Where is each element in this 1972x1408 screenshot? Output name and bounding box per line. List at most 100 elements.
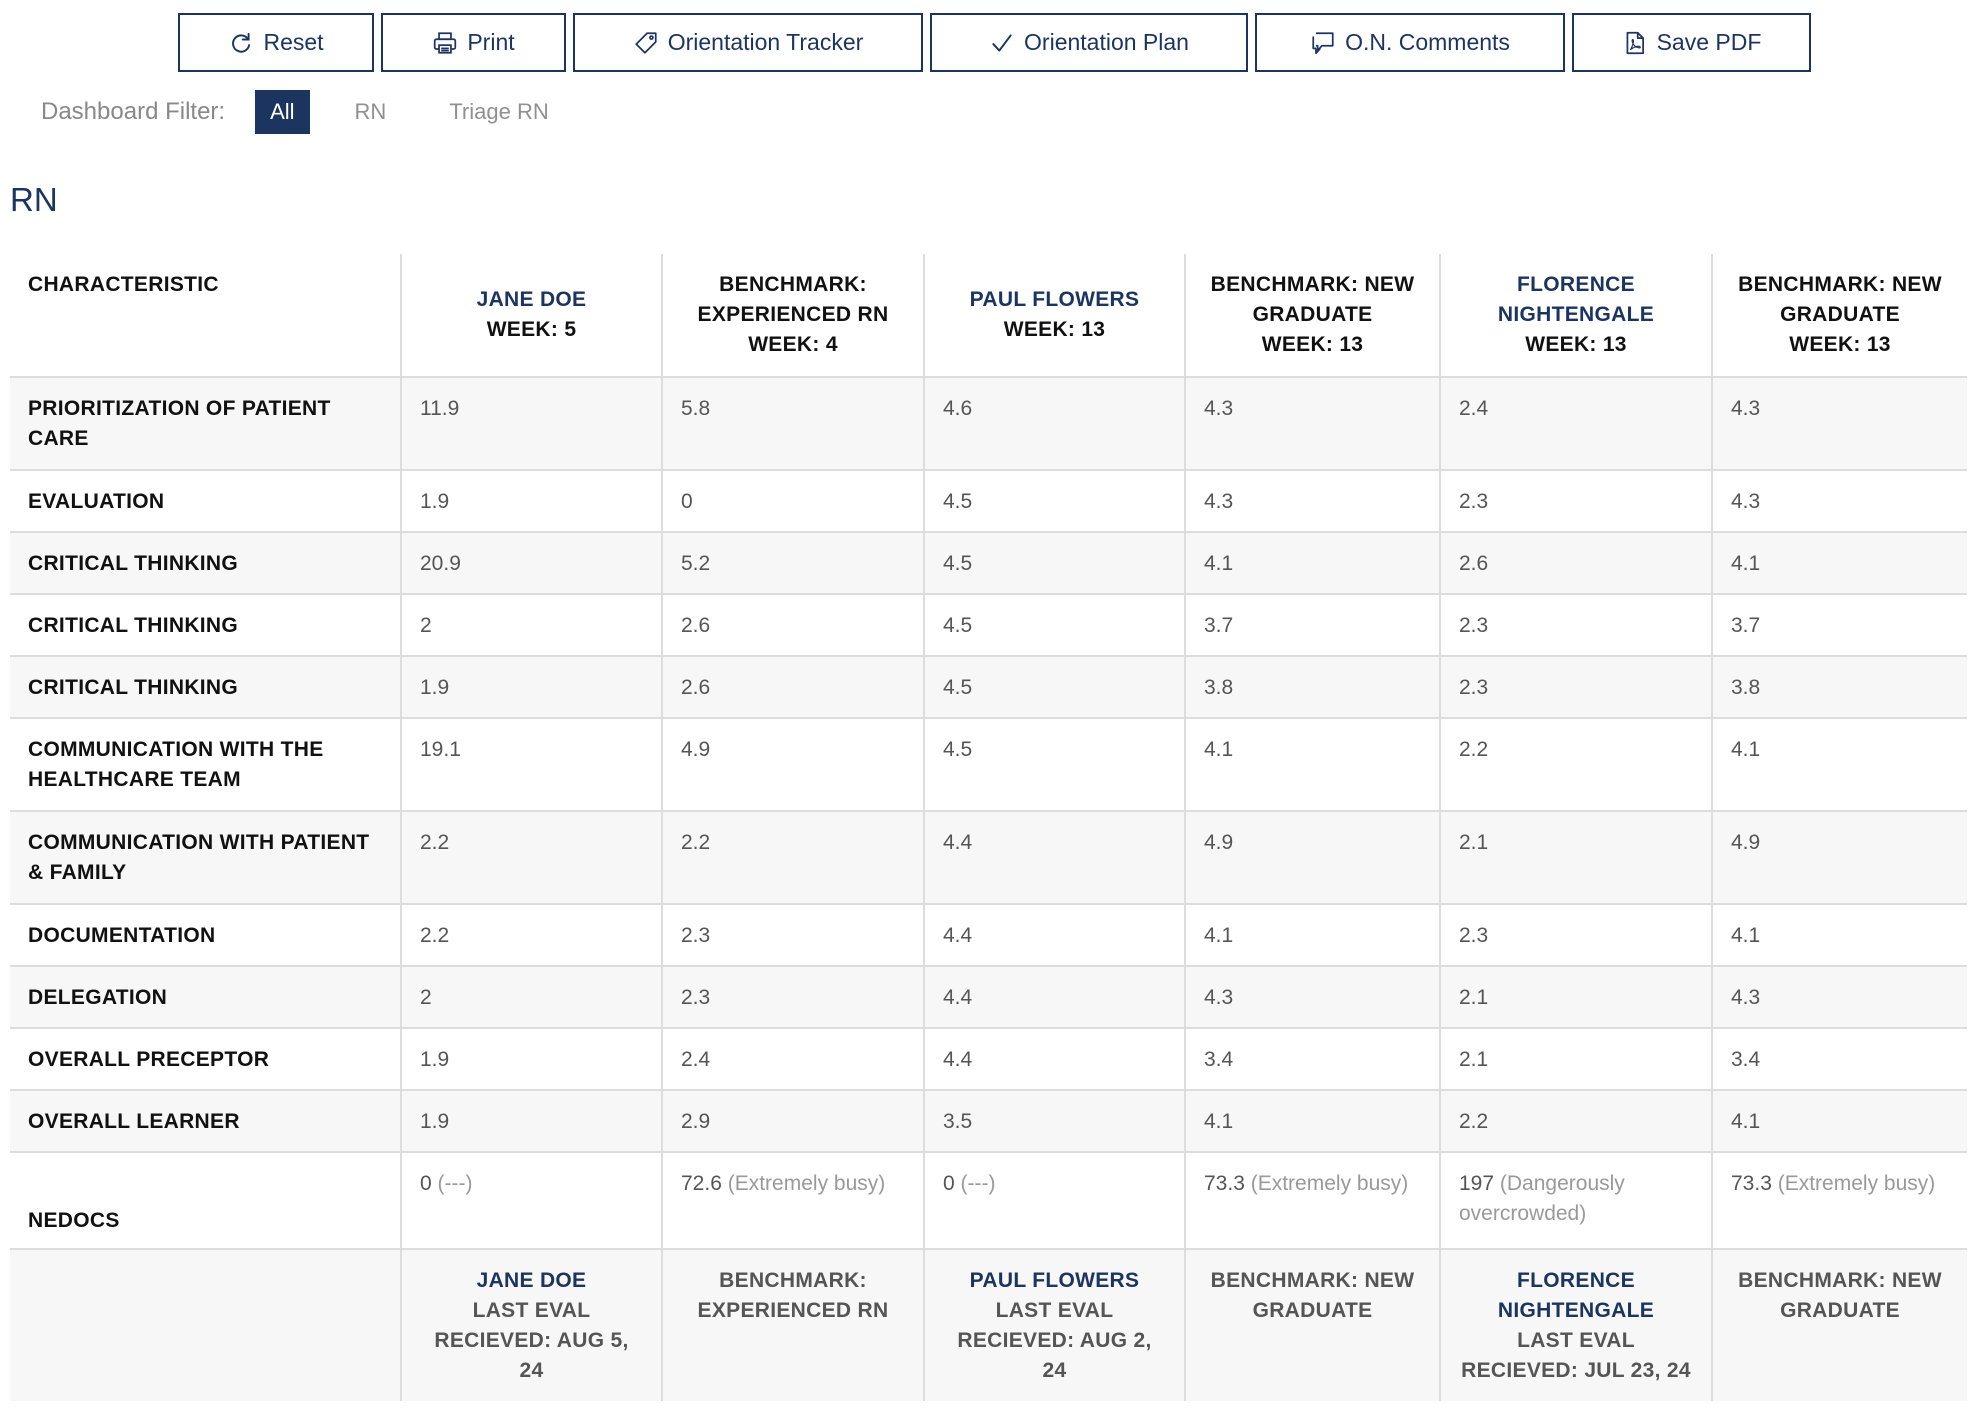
nedocs-cell: 0 (---) — [923, 1152, 1185, 1249]
save-pdf-label: Save PDF — [1656, 29, 1762, 55]
table-cell: 2.3 — [1439, 470, 1712, 532]
comment-icon — [1312, 31, 1334, 54]
header-line: BENCHMARK: EXPERIENCED RN — [697, 273, 889, 326]
table-cell: 4.3 — [1184, 377, 1440, 470]
table-footer-row: JANE DOE LAST EVAL RECIEVED: AUG 5, 24 BE… — [10, 1249, 1967, 1401]
table-cell: 2.4 — [1439, 377, 1712, 470]
table-cell: 2.6 — [661, 656, 924, 718]
table-cell: 4.4 — [923, 904, 1185, 966]
table-cell: 4.6 — [923, 377, 1185, 470]
nedocs-cell: 0 (---) — [400, 1152, 662, 1249]
row-label: OVERALL LEARNER — [28, 1110, 240, 1133]
footer-empty-cell — [10, 1249, 401, 1401]
header-person-name[interactable]: PAUL FLOWERS — [939, 285, 1170, 315]
table-cell: 2.6 — [661, 594, 924, 656]
row-label: COMMUNICATION WITH THE HEALTHCARE TEAM — [28, 738, 324, 791]
table-cell: 4.9 — [1711, 811, 1967, 904]
nedocs-row: NEDOCS 0 (---) 72.6 (Extremely busy) 0 (… — [10, 1152, 1967, 1249]
table-row: COMMUNICATION WITH THE HEALTHCARE TEAM 1… — [10, 718, 1967, 811]
table-cell: 4.5 — [923, 532, 1185, 594]
nedocs-status: (Extremely busy) — [1777, 1172, 1936, 1195]
filter-option-rn[interactable]: RN — [339, 90, 403, 134]
header-line: WEEK: 5 — [486, 318, 577, 341]
table-cell: 4.1 — [1184, 718, 1440, 811]
footer-person-name[interactable]: JANE DOE — [420, 1266, 643, 1296]
row-label: DELEGATION — [28, 986, 168, 1009]
table-cell: 4.1 — [1184, 532, 1440, 594]
nedocs-cell: 73.3 (Extremely busy) — [1184, 1152, 1440, 1249]
table-cell: 11.9 — [400, 377, 662, 470]
nedocs-score: 0 — [943, 1172, 955, 1195]
table-row: CRITICAL THINKING 1.9 2.6 4.5 3.8 2.3 3.… — [10, 656, 1967, 718]
header-person-name[interactable]: FLORENCE NIGHTENGALE — [1455, 270, 1697, 330]
table-row: PRIORITIZATION OF PATIENT CARE 11.9 5.8 … — [10, 377, 1967, 470]
table-cell: 3.4 — [1711, 1028, 1967, 1090]
table-row: CRITICAL THINKING 2 2.6 4.5 3.7 2.3 3.7 — [10, 594, 1967, 656]
reset-label: Reset — [263, 29, 324, 55]
table-cell: 3.5 — [923, 1090, 1185, 1152]
table-cell: 3.4 — [1184, 1028, 1440, 1090]
table-row: COMMUNICATION WITH PATIENT & FAMILY 2.2 … — [10, 811, 1967, 904]
header-line: WEEK: 13 — [1261, 333, 1364, 356]
table-cell: 2.2 — [400, 811, 662, 904]
table-cell: 5.2 — [661, 532, 924, 594]
row-label: OVERALL PRECEPTOR — [28, 1048, 270, 1071]
pdf-file-icon — [1626, 31, 1644, 54]
nedocs-score: 72.6 — [681, 1172, 722, 1195]
table-row: DOCUMENTATION 2.2 2.3 4.4 4.1 2.3 4.1 — [10, 904, 1967, 966]
table-row: CRITICAL THINKING 20.9 5.2 4.5 4.1 2.6 4… — [10, 532, 1967, 594]
table-cell: 2.1 — [1439, 1028, 1712, 1090]
table-header-row: CHARACTERISTIC JANE DOE WEEK: 5 BENCHMARK… — [10, 254, 1967, 377]
table-cell: 1.9 — [400, 1028, 662, 1090]
header-column: BENCHMARK: NEW GRADUATE WEEK: 13 — [1711, 254, 1967, 377]
table-cell: 4.9 — [1184, 811, 1440, 904]
reset-button[interactable]: Reset — [178, 13, 374, 72]
footer-cell: FLORENCE NIGHTENGALE LAST EVAL RECIEVED: … — [1439, 1249, 1712, 1401]
print-button[interactable]: Print — [381, 13, 566, 72]
orientation-plan-button[interactable]: Orientation Plan — [930, 13, 1248, 72]
header-column: BENCHMARK: NEW GRADUATE WEEK: 13 — [1184, 254, 1440, 377]
on-comments-button[interactable]: O.N. Comments — [1255, 13, 1565, 72]
table-cell: 0 — [661, 470, 924, 532]
footer-cell: BENCHMARK: NEW GRADUATE — [1184, 1249, 1440, 1401]
tag-icon — [635, 31, 657, 54]
filter-option-triage-rn[interactable]: Triage RN — [433, 90, 564, 134]
table-cell: 1.9 — [400, 470, 662, 532]
nedocs-status: (Extremely busy) — [727, 1172, 886, 1195]
table-cell: 1.9 — [400, 656, 662, 718]
table-row: OVERALL LEARNER 1.9 2.9 3.5 4.1 2.2 4.1 — [10, 1090, 1967, 1152]
header-line: BENCHMARK: NEW GRADUATE — [1210, 273, 1415, 326]
on-comments-label: O.N. Comments — [1345, 29, 1510, 55]
nedocs-status: (---) — [960, 1172, 996, 1195]
row-label: CRITICAL THINKING — [28, 552, 239, 575]
save-pdf-button[interactable]: Save PDF — [1572, 13, 1811, 72]
table-cell: 4.5 — [923, 470, 1185, 532]
table-cell: 20.9 — [400, 532, 662, 594]
filter-label: Dashboard Filter: — [41, 98, 226, 125]
table-cell: 4.3 — [1711, 966, 1967, 1028]
footer-text: BENCHMARK: EXPERIENCED RN — [697, 1269, 889, 1322]
filter-option-all[interactable]: All — [255, 90, 310, 134]
table-row: DELEGATION 2 2.3 4.4 4.3 2.1 4.3 — [10, 966, 1967, 1028]
orientation-plan-label: Orientation Plan — [1024, 29, 1189, 55]
nedocs-score: 0 — [420, 1172, 432, 1195]
table-cell: 2.2 — [1439, 1090, 1712, 1152]
table-cell: 2.3 — [1439, 656, 1712, 718]
table-cell: 4.1 — [1184, 1090, 1440, 1152]
refresh-icon — [232, 32, 251, 53]
row-label: COMMUNICATION WITH PATIENT & FAMILY — [28, 831, 370, 884]
row-label: NEDOCS — [28, 1209, 120, 1232]
header-line: BENCHMARK: NEW GRADUATE — [1738, 273, 1942, 326]
header-column: PAUL FLOWERS WEEK: 13 — [923, 254, 1185, 377]
table-cell: 4.4 — [923, 1028, 1185, 1090]
table-cell: 5.8 — [661, 377, 924, 470]
table-cell: 2.2 — [661, 811, 924, 904]
footer-person-name[interactable]: PAUL FLOWERS — [943, 1266, 1166, 1296]
orientation-tracker-button[interactable]: Orientation Tracker — [573, 13, 923, 72]
nedocs-score: 73.3 — [1204, 1172, 1245, 1195]
header-person-name[interactable]: JANE DOE — [416, 285, 647, 315]
row-label: CRITICAL THINKING — [28, 614, 239, 637]
footer-person-name[interactable]: FLORENCE NIGHTENGALE — [1459, 1266, 1693, 1326]
table-cell: 4.5 — [923, 718, 1185, 811]
printer-icon — [434, 31, 457, 54]
